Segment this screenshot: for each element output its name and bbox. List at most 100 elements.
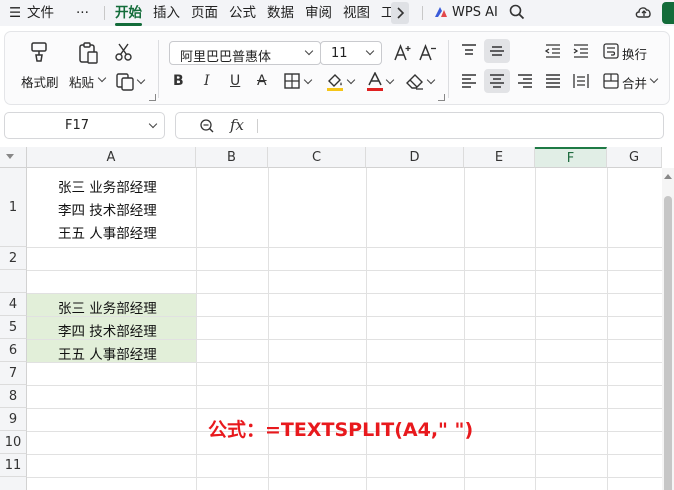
tab-view[interactable]: 视图 xyxy=(343,3,370,23)
select-all-corner[interactable] xyxy=(0,147,27,168)
copy-dropdown-chevron-icon[interactable] xyxy=(136,75,146,85)
cell-a1-line[interactable]: 张三 业务部经理 xyxy=(58,176,157,196)
increase-indent-icon[interactable] xyxy=(572,42,590,60)
copy-icon[interactable] xyxy=(115,72,135,92)
column-header-d[interactable]: D xyxy=(366,147,464,168)
grid-line xyxy=(27,270,662,271)
font-name-select[interactable]: 阿里巴巴普惠体 xyxy=(169,41,321,65)
cell-a6[interactable]: 王五 人事部经理 xyxy=(58,343,157,363)
ribbon-separator xyxy=(448,40,449,98)
tab-home[interactable]: 开始 xyxy=(115,3,142,23)
row-header-2[interactable]: 2 xyxy=(0,247,27,270)
italic-icon[interactable]: I xyxy=(204,73,210,89)
scrollbar-thumb[interactable] xyxy=(664,196,672,490)
borders-chevron-icon[interactable] xyxy=(303,75,313,85)
tab-page[interactable]: 页面 xyxy=(191,3,218,23)
cell-a1-line[interactable]: 李四 技术部经理 xyxy=(58,199,157,219)
column-header-f[interactable]: F xyxy=(535,147,607,168)
column-header-g[interactable]: G xyxy=(607,147,662,168)
name-box-chevron-icon[interactable] xyxy=(148,119,158,129)
clipboard-dialog-launcher-icon[interactable] xyxy=(149,94,156,101)
scroll-up-icon[interactable] xyxy=(664,174,672,179)
align-middle-icon[interactable] xyxy=(484,39,510,63)
align-left-icon[interactable] xyxy=(460,72,478,90)
bold-icon[interactable]: B xyxy=(173,73,184,89)
column-header-b[interactable]: B xyxy=(196,147,268,168)
fill-color-chevron-icon[interactable] xyxy=(346,75,356,85)
cell-a1-line[interactable]: 王五 人事部经理 xyxy=(58,222,157,242)
align-center-icon[interactable] xyxy=(484,69,510,93)
cut-icon[interactable] xyxy=(114,42,134,62)
distributed-align-icon[interactable] xyxy=(572,72,590,90)
row-header-12[interactable] xyxy=(0,477,27,490)
wrap-text-icon[interactable] xyxy=(602,42,620,60)
underline-icon[interactable]: U xyxy=(230,73,240,89)
strikethrough-icon[interactable]: A xyxy=(257,73,267,89)
row-header-1[interactable]: 1 xyxy=(0,168,27,247)
user-avatar[interactable] xyxy=(662,2,674,24)
format-painter-button[interactable]: 格式刷 xyxy=(21,72,59,91)
fill-color-icon[interactable] xyxy=(325,72,345,92)
borders-icon[interactable] xyxy=(283,72,301,90)
merge-cells-icon[interactable] xyxy=(602,72,620,90)
align-right-icon[interactable] xyxy=(516,72,534,90)
decrease-font-size-icon[interactable] xyxy=(418,43,438,63)
tab-data[interactable]: 数据 xyxy=(267,3,294,23)
function-icon[interactable]: fx xyxy=(230,116,244,134)
font-name-value: 阿里巴巴普惠体 xyxy=(180,50,272,65)
menu-file[interactable]: 文件 xyxy=(27,3,54,23)
increase-font-size-icon[interactable] xyxy=(393,43,413,63)
cell-a4[interactable]: 张三 业务部经理 xyxy=(58,297,157,317)
formula-separator xyxy=(257,119,258,133)
tab-scroll-right-icon[interactable] xyxy=(391,2,409,24)
cell-a5[interactable]: 李四 技术部经理 xyxy=(58,320,157,340)
row-header-4[interactable]: 4 xyxy=(0,293,27,316)
cloud-upload-icon[interactable] xyxy=(634,3,654,23)
font-color-chevron-icon[interactable] xyxy=(385,75,395,85)
font-color-icon[interactable] xyxy=(366,72,384,92)
font-size-select[interactable]: 11 xyxy=(320,41,382,65)
row-header-8[interactable]: 8 xyxy=(0,385,27,408)
ribbon-toolbar: 格式刷 粘贴 阿里巴巴普惠体 11 B I U A 换行 合并 xyxy=(4,31,670,105)
column-header-e[interactable]: E xyxy=(464,147,535,168)
row-header-10[interactable]: 10 xyxy=(0,431,27,454)
active-tab-indicator xyxy=(115,23,142,26)
row-header-9[interactable]: 9 xyxy=(0,408,27,431)
search-icon[interactable] xyxy=(508,3,526,23)
grid-line xyxy=(27,454,662,455)
format-painter-icon[interactable] xyxy=(27,40,51,64)
row-header-11[interactable]: 11 xyxy=(0,454,27,477)
hamburger-icon[interactable]: ☰ xyxy=(9,3,21,23)
decrease-indent-icon[interactable] xyxy=(544,42,562,60)
formula-bar[interactable]: fx xyxy=(175,112,664,139)
row-header-3[interactable] xyxy=(0,270,27,293)
paste-dropdown-chevron-icon[interactable] xyxy=(97,73,107,83)
menu-more[interactable]: ··· xyxy=(76,3,89,23)
merge-cells-button[interactable]: 合并 xyxy=(622,73,647,92)
tab-review[interactable]: 审阅 xyxy=(305,3,332,23)
font-dialog-launcher-icon[interactable] xyxy=(438,94,445,101)
wps-ai-icon[interactable] xyxy=(433,4,449,24)
merge-cells-chevron-icon[interactable] xyxy=(649,74,659,84)
tab-insert[interactable]: 插入 xyxy=(153,3,180,23)
zoom-icon[interactable] xyxy=(199,118,215,138)
grid-line xyxy=(535,168,536,490)
column-header-c[interactable]: C xyxy=(268,147,366,168)
vertical-scrollbar[interactable] xyxy=(662,168,674,490)
row-header-5[interactable]: 5 xyxy=(0,316,27,339)
tab-tools[interactable]: 工 xyxy=(381,3,391,23)
row-header-6[interactable]: 6 xyxy=(0,339,27,362)
justify-icon[interactable] xyxy=(544,72,562,90)
clear-format-chevron-icon[interactable] xyxy=(426,75,436,85)
paste-icon[interactable] xyxy=(76,40,100,66)
clear-format-icon[interactable] xyxy=(405,73,425,91)
row-header-7[interactable]: 7 xyxy=(0,362,27,385)
tab-formulas[interactable]: 公式 xyxy=(229,3,256,23)
align-top-icon[interactable] xyxy=(460,42,478,60)
paste-button[interactable]: 粘贴 xyxy=(69,72,94,91)
column-header-a[interactable]: A xyxy=(27,147,196,168)
name-box[interactable]: F17 xyxy=(4,112,165,139)
wps-ai-button[interactable]: WPS AI xyxy=(452,3,498,23)
wrap-text-button[interactable]: 换行 xyxy=(622,44,647,63)
menu-separator xyxy=(104,6,105,20)
